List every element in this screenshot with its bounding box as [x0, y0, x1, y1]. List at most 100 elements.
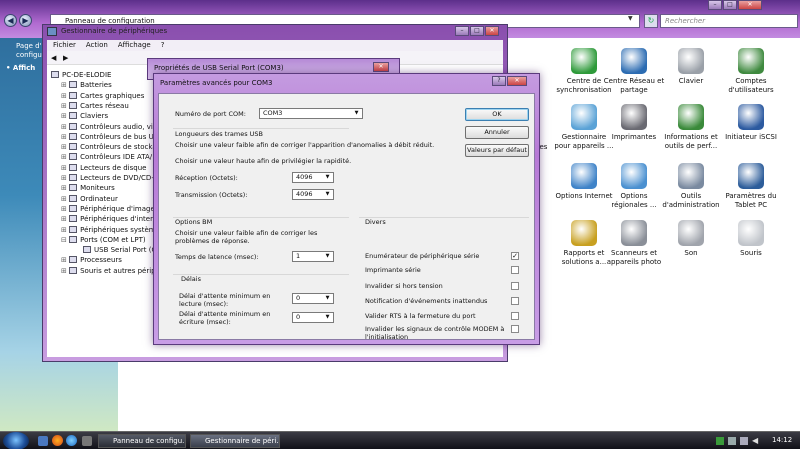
- toolbar-forward-icon[interactable]: ▶: [63, 54, 68, 62]
- back-icon[interactable]: ◀: [4, 14, 17, 27]
- sidebar-link-home[interactable]: Page d': [16, 42, 42, 50]
- expand-icon[interactable]: ⊞: [61, 184, 69, 192]
- expand-icon[interactable]: ⊞: [61, 164, 69, 172]
- tree-item-label: Contrôleurs IDE ATA/: [80, 153, 153, 162]
- expand-icon[interactable]: ⊞: [61, 92, 69, 100]
- maximize-icon[interactable]: □: [723, 0, 737, 10]
- taskbar-device-manager[interactable]: Gestionnaire de péri...: [190, 434, 280, 448]
- cp-item-printer[interactable]: Imprimantes: [603, 104, 665, 142]
- rx-select[interactable]: 4096 ▼: [292, 172, 334, 183]
- latency-select[interactable]: 1 ▼: [292, 251, 334, 262]
- cp-item-network-center[interactable]: Centre Réseau et partage: [603, 48, 665, 95]
- sidebar-link-classic[interactable]: • Affich: [6, 64, 35, 72]
- tree-item[interactable]: ⊞ Contrôleurs de stocka: [61, 143, 157, 152]
- option-checkbox[interactable]: [511, 297, 519, 305]
- tree-item[interactable]: USB Serial Port (C: [83, 246, 156, 255]
- cancel-button[interactable]: Annuler: [465, 126, 529, 139]
- tree-item[interactable]: ⊞ Batteries: [61, 81, 112, 90]
- expand-icon[interactable]: ⊞: [61, 226, 69, 234]
- expand-icon[interactable]: ⊞: [61, 256, 69, 264]
- tree-item[interactable]: ⊞ Moniteurs: [61, 184, 115, 193]
- cp-item-keyboard[interactable]: Clavier: [660, 48, 722, 86]
- expand-icon[interactable]: ⊞: [61, 123, 69, 131]
- option-checkbox[interactable]: ✓: [511, 252, 519, 260]
- tree-item[interactable]: ⊞ Claviers: [61, 112, 108, 121]
- tree-root[interactable]: PC-DE-ELODIE: [51, 71, 111, 80]
- tree-item[interactable]: ⊞ Cartes réseau: [61, 101, 129, 111]
- dm-close-icon[interactable]: ✕: [485, 26, 499, 36]
- close-icon[interactable]: ✕: [738, 0, 762, 10]
- cp-item-scanner[interactable]: Scanneurs et appareils photo: [603, 220, 665, 267]
- volume-icon[interactable]: ◀: [752, 436, 762, 446]
- menu-help[interactable]: ?: [161, 40, 165, 51]
- tree-item[interactable]: ⊞ Contrôleurs audio, vid: [61, 122, 157, 132]
- dropdown-arrow-icon[interactable]: ▼: [628, 15, 638, 26]
- props-close-icon[interactable]: ✕: [373, 62, 389, 72]
- expand-icon[interactable]: ⊞: [61, 133, 69, 141]
- option-checkbox[interactable]: [511, 266, 519, 274]
- cp-item-performance[interactable]: Informations et outils de perf...: [660, 104, 722, 151]
- cp-item-iscsi[interactable]: Initiateur iSCSI: [720, 104, 782, 142]
- taskbar-control-panel[interactable]: Panneau de configu...: [98, 434, 186, 448]
- cp-item-admin-tools[interactable]: Outils d'administration: [660, 163, 722, 210]
- refresh-icon[interactable]: ↻: [644, 14, 658, 28]
- cp-item-tablet-pc[interactable]: Paramètres du Tablet PC: [720, 163, 782, 210]
- tree-item[interactable]: ⊞ Périphérique d'image: [61, 204, 155, 214]
- toolbar-back-icon[interactable]: ◀: [51, 54, 56, 62]
- tray-icon[interactable]: [740, 437, 748, 445]
- expand-icon[interactable]: ⊞: [61, 102, 69, 110]
- menu-fichier[interactable]: Fichier: [53, 40, 76, 51]
- tx-select[interactable]: 4096 ▼: [292, 189, 334, 200]
- tree-item[interactable]: ⊞ Ordinateur: [61, 194, 118, 204]
- dm-minimize-icon[interactable]: –: [455, 26, 469, 36]
- com-port-select[interactable]: COM3 ▼: [259, 108, 363, 119]
- tree-item[interactable]: ⊞ Lecteurs de DVD/CD-: [61, 174, 154, 183]
- option-checkbox[interactable]: [511, 312, 519, 320]
- tree-item[interactable]: ⊞ Cartes graphiques: [61, 91, 144, 101]
- expand-icon[interactable]: ⊞: [61, 215, 69, 223]
- collapse-icon[interactable]: ⊟: [61, 236, 69, 244]
- tree-item[interactable]: ⊞ Périphériques systèm: [61, 225, 156, 235]
- expand-icon[interactable]: ⊞: [61, 153, 69, 161]
- sidebar-link-home-2[interactable]: configu: [16, 51, 42, 59]
- dm-maximize-icon[interactable]: □: [470, 26, 484, 36]
- tree-item[interactable]: ⊞ Processeurs: [61, 256, 122, 265]
- tree-item[interactable]: ⊞ Lecteurs de disque: [61, 163, 146, 173]
- cp-item-sound[interactable]: Son: [660, 220, 722, 258]
- cp-item-mouse[interactable]: Souris: [720, 220, 782, 258]
- expand-icon[interactable]: ⊞: [61, 81, 69, 89]
- expand-icon[interactable]: ⊞: [61, 205, 69, 213]
- search-input[interactable]: Rechercher: [660, 14, 798, 28]
- switch-windows-icon[interactable]: [82, 436, 92, 446]
- tree-item[interactable]: ⊟ Ports (COM et LPT): [61, 235, 146, 245]
- ok-button[interactable]: OK: [465, 108, 529, 121]
- internet-explorer-icon[interactable]: [66, 435, 77, 446]
- defaults-button[interactable]: Valeurs par défaut: [465, 144, 529, 157]
- expand-icon[interactable]: ⊞: [61, 112, 69, 120]
- tree-item[interactable]: ⊞ Périphériques d'inter: [61, 215, 153, 224]
- tree-item[interactable]: ⊞ Contrôleurs de bus US: [61, 132, 158, 142]
- option-checkbox[interactable]: [511, 325, 519, 333]
- expand-icon[interactable]: ⊞: [61, 195, 69, 203]
- help-icon[interactable]: ?: [492, 76, 506, 86]
- expand-icon[interactable]: ⊞: [61, 174, 69, 182]
- write-timeout-select[interactable]: 0 ▼: [292, 312, 334, 323]
- show-desktop-icon[interactable]: [38, 436, 48, 446]
- network-tray-icon[interactable]: [716, 437, 724, 445]
- minimize-icon[interactable]: –: [708, 0, 722, 10]
- expand-icon[interactable]: ⊞: [61, 267, 69, 275]
- tree-item[interactable]: ⊞ Souris et autres périph: [61, 266, 160, 276]
- forward-icon[interactable]: ▶: [19, 14, 32, 27]
- menu-affichage[interactable]: Affichage: [118, 40, 151, 51]
- firefox-icon[interactable]: [52, 435, 63, 446]
- tree-item[interactable]: ⊞ Contrôleurs IDE ATA/: [61, 153, 152, 162]
- expand-icon[interactable]: ⊞: [61, 143, 69, 151]
- option-checkbox[interactable]: [511, 282, 519, 290]
- cp-item-regional-options[interactable]: Options régionales ...: [603, 163, 665, 210]
- adv-close-icon[interactable]: ✕: [507, 76, 527, 86]
- cp-item-user-accounts[interactable]: Comptes d'utilisateurs: [720, 48, 782, 95]
- tray-icon[interactable]: [728, 437, 736, 445]
- start-button[interactable]: [3, 432, 29, 449]
- menu-action[interactable]: Action: [86, 40, 108, 51]
- read-timeout-select[interactable]: 0 ▼: [292, 293, 334, 304]
